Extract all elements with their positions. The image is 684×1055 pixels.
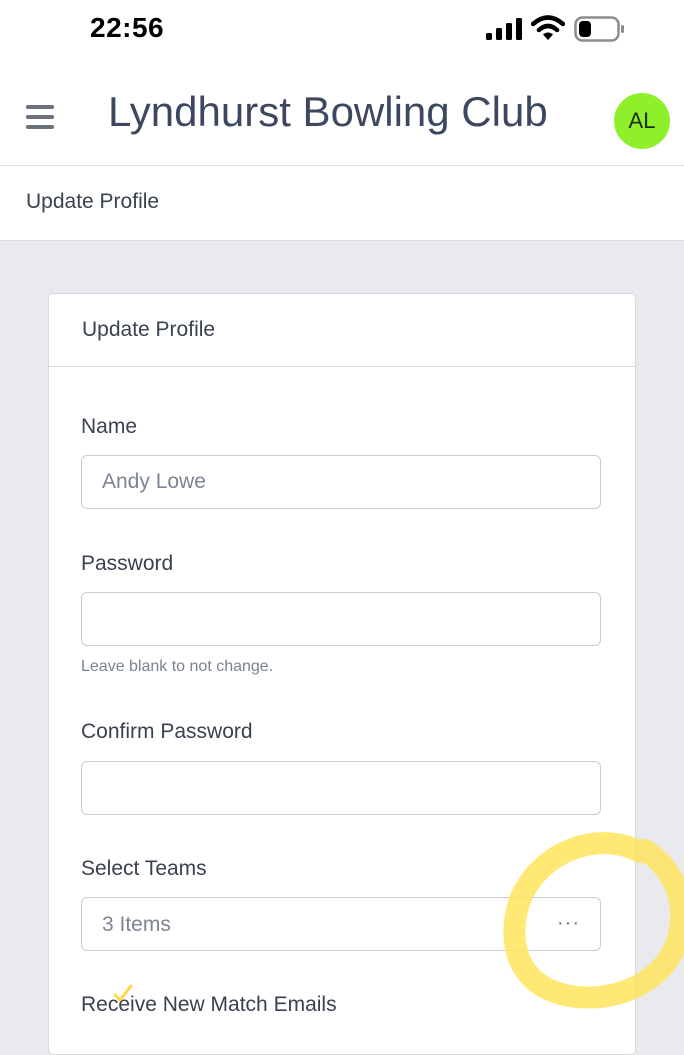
check-icon — [113, 984, 133, 1002]
select-teams-dropdown[interactable]: 3 Items ··· — [81, 897, 601, 951]
select-teams-label: Select Teams — [81, 857, 207, 880]
card-title: Update Profile — [82, 318, 216, 341]
more-options-icon[interactable]: ··· — [557, 912, 580, 935]
wifi-icon — [531, 15, 565, 40]
confirm-password-label: Confirm Password — [81, 720, 253, 743]
name-label: Name — [81, 415, 138, 438]
battery-icon — [574, 16, 624, 42]
signal-icon — [486, 18, 522, 40]
select-teams-value: 3 Items — [102, 913, 171, 936]
hamburger-menu-icon[interactable] — [26, 105, 54, 129]
status-time: 22:56 — [90, 12, 165, 43]
password-input[interactable] — [81, 592, 601, 646]
password-label: Password — [81, 552, 174, 575]
status-bar: 22:56 — [0, 0, 684, 60]
breadcrumb: Update Profile — [26, 190, 160, 213]
app-header: Lyndhurst Bowling Club AL — [0, 60, 684, 166]
avatar[interactable]: AL — [614, 93, 670, 149]
card-header: Update Profile — [49, 294, 635, 367]
name-input[interactable] — [81, 455, 601, 509]
breadcrumb-bar: Update Profile — [0, 166, 684, 241]
confirm-password-input[interactable] — [81, 761, 601, 815]
password-hint: Leave blank to not change. — [81, 658, 274, 675]
app-title: Lyndhurst Bowling Club — [108, 88, 548, 135]
